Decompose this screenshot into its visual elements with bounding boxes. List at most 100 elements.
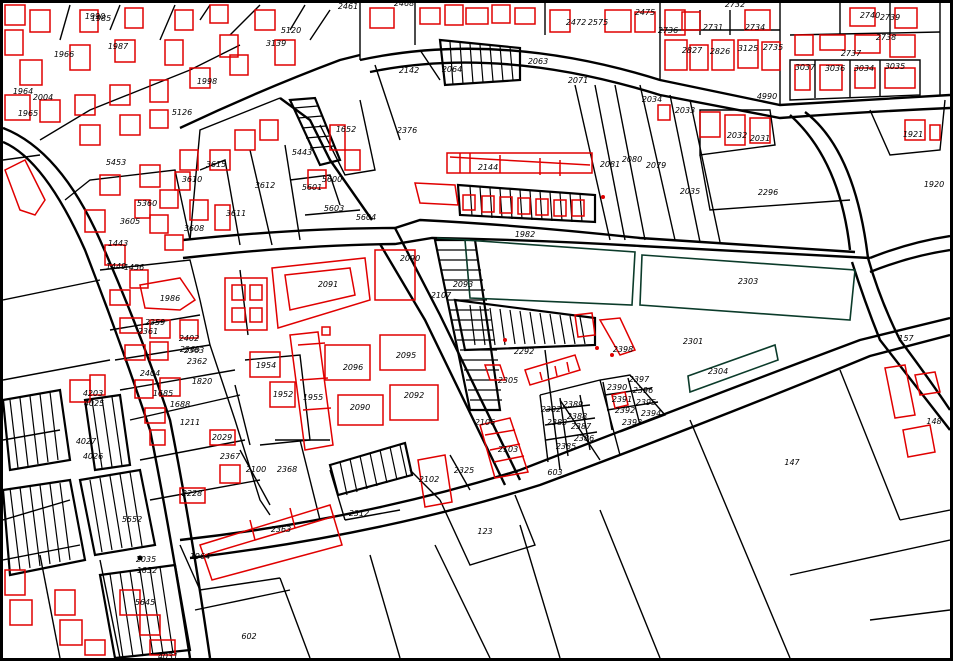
parcel-label: 2363	[271, 525, 291, 534]
parcel-label: 2031	[750, 134, 770, 143]
special-parcels	[436, 237, 856, 394]
parcel-label: 1985	[91, 14, 111, 23]
parcel-label: 1998	[197, 77, 217, 86]
parcel-label: 2071	[568, 76, 588, 85]
parcel-label: 2102	[419, 475, 439, 484]
parcel-label: 4025	[84, 399, 104, 408]
parcel-label: 1852	[137, 566, 157, 575]
parcel-label: 2395	[636, 398, 656, 407]
parcel-label: 2100	[246, 465, 266, 474]
parcel-label: 2228	[182, 489, 202, 498]
parcel-label: 2064	[442, 65, 462, 74]
parcel-label: 1955	[303, 393, 323, 402]
parcel-label: 2740	[860, 11, 880, 20]
parcel-label: 5453	[106, 158, 126, 167]
parcel-label: 2398	[613, 345, 633, 354]
parcel-label: 3611	[226, 209, 246, 218]
parcel-label: 2296	[758, 188, 778, 197]
parcel-label: 2382	[541, 405, 561, 414]
parcel-label: 2731	[703, 23, 723, 32]
parcel-label: 2142	[399, 66, 419, 75]
parcel-label: 2292	[514, 347, 534, 356]
parcel-label: 1443	[108, 239, 128, 248]
parcel-label: 2391	[612, 395, 632, 404]
map-canvas[interactable]: 2461 2468 2472 2575 2475 2731 2732 2734 …	[3, 3, 950, 658]
parcel-label: 3610	[182, 175, 202, 184]
parcel-label: 3139	[266, 39, 286, 48]
parcel-label: 3608	[184, 224, 204, 233]
hatched-strips	[3, 38, 597, 658]
parcel-label: 4990	[757, 92, 777, 101]
parcel-label: 2739	[880, 13, 900, 22]
parcel-label: 2368	[277, 465, 297, 474]
parcel-label: 148	[926, 417, 941, 426]
parcel-label: 2305	[498, 376, 518, 385]
parcel-label: 3125	[738, 44, 758, 53]
parcel-label: 2091	[318, 280, 338, 289]
parcel-label: 1982	[515, 230, 535, 239]
parcel-label: 2096	[343, 363, 363, 372]
parcel-label: 2475	[635, 8, 655, 17]
parcel-label: 2033	[675, 106, 695, 115]
parcel-label: 2081	[600, 160, 620, 169]
parcel-label: 1965	[18, 109, 38, 118]
parcel-label: 2735	[763, 43, 783, 52]
parcel-label: 3615	[206, 160, 226, 169]
parcel-label: 2035	[136, 555, 156, 564]
parcel-label: 5600	[322, 175, 342, 184]
parcel-label: 2090	[400, 254, 420, 263]
parcel-label: 1920	[924, 180, 944, 189]
parcel-label: 2029	[212, 433, 232, 442]
parcel-label: 2386	[574, 434, 594, 443]
parcel-label: 5603	[324, 204, 344, 213]
parcel-label: 2390	[607, 383, 627, 392]
parcel-label: 2080	[622, 155, 642, 164]
parcel-label: 2738	[876, 33, 896, 42]
parcel-label: 2063	[528, 57, 548, 66]
parcel-label: 1211	[180, 418, 200, 427]
parcel-label: 3036	[825, 64, 845, 73]
parcel-label: 2303	[738, 277, 758, 286]
parcel-label: 2304	[708, 367, 728, 376]
parcel-label: 5120	[281, 26, 301, 35]
parcel-label: 2392	[615, 406, 635, 415]
parcel-label: 2388	[567, 412, 587, 421]
parcel-label: 2325	[454, 466, 474, 475]
parcel-label: 5601	[302, 183, 322, 192]
parcel-label: 1987	[108, 42, 129, 51]
parcel-label: 1966	[54, 50, 74, 59]
parcel-label: 1685	[153, 389, 173, 398]
parcel-label: 3037	[795, 63, 816, 72]
parcel-label: 2359	[145, 318, 165, 327]
parcel-label: 2362	[187, 357, 207, 366]
parcel-label: 5443	[292, 148, 312, 157]
parcel-label: 2092	[404, 391, 424, 400]
parcel-label: 5604	[356, 213, 376, 222]
parcel-label: 3034	[854, 64, 874, 73]
parcel-label: 147	[784, 458, 800, 467]
parcel-label: 2032	[727, 131, 747, 140]
parcel-label: 2472	[566, 18, 586, 27]
parcel-label: 2393	[622, 418, 642, 427]
parcel-label: 2396	[633, 386, 653, 395]
parcel-label: 2365	[180, 345, 200, 354]
parcel-label: 1652	[336, 125, 356, 134]
cadastral-map[interactable]: 2461 2468 2472 2575 2475 2731 2732 2734 …	[0, 0, 953, 661]
parcel-label: 2312	[349, 509, 369, 518]
parcel-label: 602	[241, 632, 256, 641]
parcel-label: 2367	[220, 452, 241, 461]
parcel-label: 2034	[642, 95, 662, 104]
parcel-label: 2468	[394, 3, 414, 8]
parcel-label: 2575	[588, 18, 608, 27]
parcel-label: 2103	[498, 445, 518, 454]
parcel-label: 5552	[122, 515, 142, 524]
parcel-label: 2383	[547, 418, 567, 427]
parcel-label: 1456	[124, 263, 144, 272]
parcel-label: 3605	[120, 217, 140, 226]
parcel-label: 4027	[76, 437, 97, 446]
parcel-label: 4031	[158, 652, 178, 658]
parcel-label: 1964	[13, 87, 33, 96]
parcel-label: 2734	[745, 23, 765, 32]
parcel-label: 5126	[172, 108, 192, 117]
parcel-label: 5360	[137, 199, 157, 208]
